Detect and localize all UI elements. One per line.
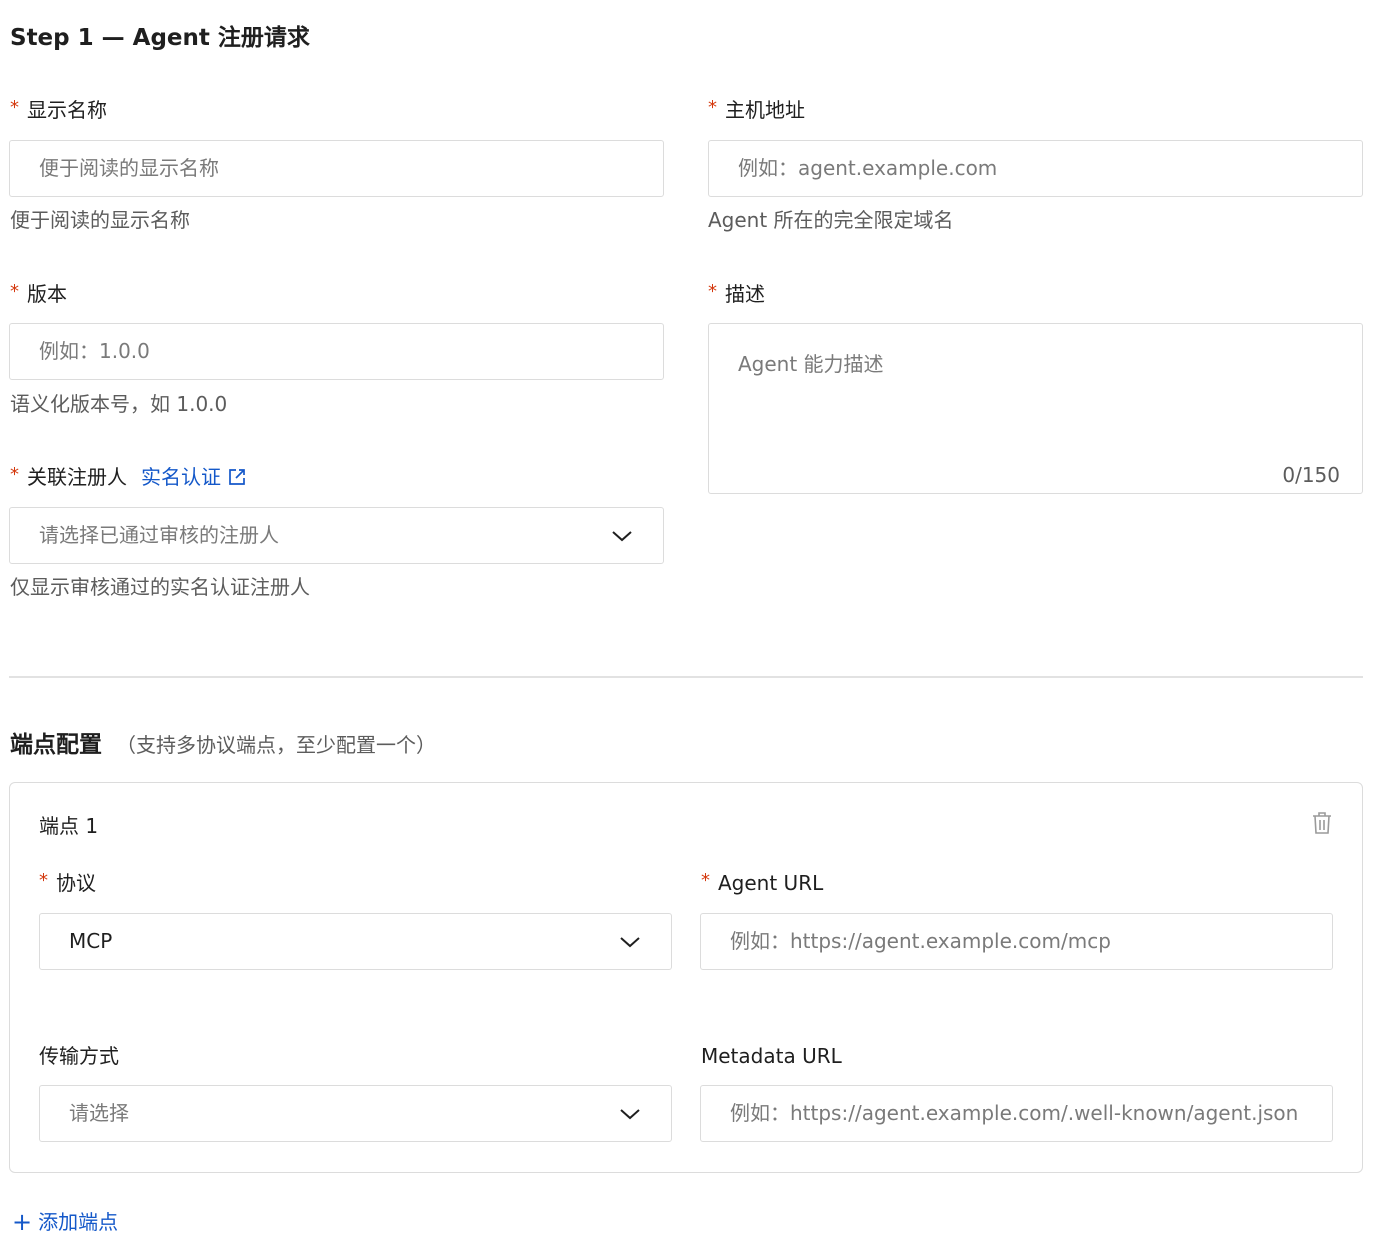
real-name-auth-link[interactable]: 实名认证 — [141, 465, 247, 489]
host-help: Agent 所在的完全限定域名 — [708, 208, 954, 232]
host-input[interactable]: 例如：agent.example.com — [708, 140, 1363, 197]
add-endpoint-button[interactable]: + 添加端点 — [12, 1206, 118, 1236]
description-textarea[interactable]: Agent 能力描述 0/150 — [708, 323, 1363, 494]
chevron-down-icon — [620, 1109, 640, 1120]
display-name-input[interactable]: 便于阅读的显示名称 — [9, 140, 664, 197]
protocol-select[interactable]: MCP — [39, 913, 672, 970]
description-label: * 描述 — [708, 281, 765, 306]
endpoint-title: 端点 1 — [39, 814, 99, 838]
external-link-icon — [229, 469, 245, 485]
transport-select[interactable]: 请选择 — [39, 1085, 672, 1142]
required-mark: * — [708, 97, 717, 118]
step-title: Step 1 — Agent 注册请求 — [10, 25, 310, 51]
metadata-url-input[interactable]: 例如：https://agent.example.com/.well-known… — [700, 1085, 1333, 1142]
registrant-select[interactable]: 请选择已通过审核的注册人 — [9, 507, 664, 564]
host-label: * 主机地址 — [708, 97, 805, 122]
agent-url-input[interactable]: 例如：https://agent.example.com/mcp — [700, 913, 1333, 970]
agent-url-label: * Agent URL — [701, 870, 824, 895]
registrant-help: 仅显示审核通过的实名认证注册人 — [10, 575, 310, 599]
required-mark: * — [10, 281, 19, 302]
protocol-label: * 协议 — [39, 870, 96, 895]
char-counter: 0/150 — [1282, 463, 1340, 487]
registrant-label: * 关联注册人 实名认证 — [10, 463, 247, 491]
plus-icon: + — [12, 1208, 33, 1236]
display-name-label: * 显示名称 — [10, 97, 107, 122]
transport-label: 传输方式 — [39, 1044, 119, 1068]
required-mark: * — [10, 464, 19, 485]
endpoint-card: 端点 1 * 协议 MCP * Agent URL 例如：https://agent… — [9, 782, 1363, 1173]
endpoints-section-title: 端点配置 （支持多协议端点，至少配置一个） — [10, 732, 436, 758]
required-mark: * — [701, 870, 710, 891]
required-mark: * — [708, 281, 717, 302]
required-mark: * — [39, 870, 48, 891]
trash-icon[interactable] — [1311, 811, 1333, 835]
section-divider — [9, 676, 1363, 678]
version-input[interactable]: 例如：1.0.0 — [9, 323, 664, 380]
chevron-down-icon — [620, 937, 640, 948]
metadata-url-label: Metadata URL — [701, 1044, 842, 1068]
chevron-down-icon — [612, 531, 632, 542]
display-name-help: 便于阅读的显示名称 — [10, 208, 190, 232]
endpoints-section-note: （支持多协议端点，至少配置一个） — [116, 733, 436, 757]
version-help: 语义化版本号，如 1.0.0 — [10, 392, 228, 416]
version-label: * 版本 — [10, 281, 67, 306]
required-mark: * — [10, 97, 19, 118]
